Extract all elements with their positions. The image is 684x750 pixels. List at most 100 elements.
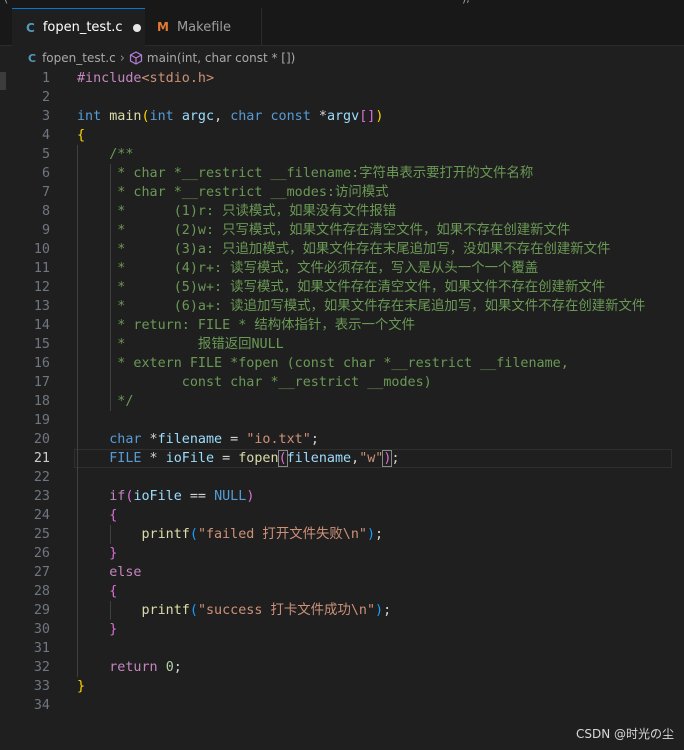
line-number: 17 (33, 375, 50, 390)
code-line[interactable]: 2 (0, 88, 684, 107)
breadcrumb-file[interactable]: fopen_test.c (42, 51, 116, 65)
code-line[interactable]: 23 if(ioFile == NULL) (0, 487, 684, 506)
makefile-icon: M (157, 20, 169, 34)
line-number: 34 (33, 698, 50, 713)
code-line[interactable]: 3 int main(int argc, char const *argv[]) (0, 107, 684, 126)
code-line[interactable]: 31 (0, 639, 684, 658)
code-text: * 报错返回NULL (77, 335, 283, 354)
code-line[interactable]: 24 { (0, 506, 684, 525)
line-number: 30 (33, 622, 50, 637)
line-number: 15 (33, 337, 50, 352)
c-file-icon: C (28, 51, 37, 65)
code-token: { (77, 128, 86, 143)
line-number: 26 (33, 546, 50, 561)
code-token: ( (141, 109, 150, 124)
editor-tab-bar: C fopen_test.c M Makefile (0, 8, 684, 46)
code-line[interactable]: 17 const char *__restrict __modes) (0, 373, 684, 392)
line-number: 8 (41, 204, 50, 219)
code-text: } (77, 620, 117, 639)
code-text: { (77, 506, 117, 525)
breadcrumb: C fopen_test.c › main(int, char const * … (0, 46, 684, 70)
code-token: [] (359, 109, 376, 124)
code-token: , (214, 109, 231, 124)
code-token: == (181, 489, 215, 504)
code-text: printf("failed 打开文件失败\n"); (77, 525, 384, 544)
line-number: 2 (41, 90, 50, 105)
code-token: * (310, 109, 327, 124)
code-line[interactable]: 22 (0, 468, 684, 487)
code-line[interactable]: 34 (0, 696, 684, 715)
code-line[interactable]: 4{ (0, 126, 684, 145)
code-line[interactable]: 16 * extern FILE *fopen (const char *__r… (0, 354, 684, 373)
code-token: * (5)w+: 读写模式，如果文件存在清空文件，如果文件不存在创建新文件 (77, 280, 606, 295)
code-token: ; (173, 660, 182, 675)
code-text: * (4)r+: 读写模式，文件必须存在，写入是从头一个一个覆盖 (77, 259, 538, 278)
watermark: CSDN @时光の尘 (575, 727, 674, 741)
code-line[interactable]: 33} (0, 677, 684, 696)
line-number: 28 (33, 584, 50, 599)
line-number: 31 (33, 641, 50, 656)
code-line[interactable]: 7 * char *__restrict __modes:访问模式 (0, 183, 684, 202)
code-line[interactable]: 8 * (1)r: 只读模式，如果没有文件报错 (0, 202, 684, 221)
code-token: 0 (165, 660, 174, 675)
code-text: if(ioFile == NULL) (77, 487, 254, 506)
code-line[interactable]: 21 FILE * ioFile = fopen(filename,"w"); (0, 449, 684, 468)
code-text: } (77, 544, 117, 563)
tab-makefile[interactable]: M Makefile (145, 8, 262, 46)
code-token: char (230, 109, 263, 124)
line-number: 25 (33, 527, 50, 542)
code-text: * (6)a+: 读追加写模式，如果文件存在末尾追加写，如果文件不存在创建新文件 (77, 297, 645, 316)
code-editor[interactable]: 1 #include<stdio.h> 2 3 int main(int argc, c… (0, 69, 684, 729)
code-token: if (109, 489, 126, 504)
chevron-right-icon: › (119, 50, 125, 66)
code-token: */ (77, 394, 134, 409)
code-line[interactable]: 25 printf("failed 打开文件失败\n"); (0, 525, 684, 544)
line-number: 19 (33, 413, 50, 428)
code-token: const (270, 109, 311, 124)
code-line[interactable]: 15 * 报错返回NULL (0, 335, 684, 354)
code-line[interactable]: 28 { (0, 582, 684, 601)
code-line[interactable]: 1 #include<stdio.h> (0, 69, 684, 88)
code-text: printf("success 打卡文件成功\n"); (77, 601, 392, 620)
breadcrumb-symbol[interactable]: main(int, char const * []) (147, 51, 295, 65)
code-line[interactable]: 14 * return: FILE * 结构体指针，表示一个文件 (0, 316, 684, 335)
unsaved-dot-icon[interactable] (132, 23, 141, 32)
code-token: * (2)w: 只写模式，如果文件存在清空文件，如果不存在创建新文件 (77, 223, 571, 238)
code-line[interactable]: 19 (0, 411, 684, 430)
code-line[interactable]: 12 * (5)w+: 读写模式，如果文件存在清空文件，如果文件不存在创建新文件 (0, 278, 684, 297)
code-line[interactable]: 5 /** (0, 145, 684, 164)
code-text: * extern FILE *fopen (const char *__rest… (77, 354, 568, 373)
code-line[interactable]: 32 return 0; (0, 658, 684, 677)
code-line[interactable]: 11 * (4)r+: 读写模式，文件必须存在，写入是从头一个一个覆盖 (0, 259, 684, 278)
code-line[interactable]: 26 } (0, 544, 684, 563)
code-token: fopen (238, 451, 279, 466)
tab-fopen-test-c[interactable]: C fopen_test.c (12, 8, 145, 46)
code-text: } (77, 677, 85, 696)
code-line[interactable]: 6 * char *__restrict __filename:字符串表示要打开… (0, 164, 684, 183)
code-token: const char *__restrict __modes) (77, 375, 432, 390)
code-line[interactable]: 27 else (0, 563, 684, 582)
code-token: * (141, 451, 166, 466)
code-line[interactable]: 10 * (3)a: 只追加模式，如果文件存在末尾追加写，没如果不存在创建新文件 (0, 240, 684, 259)
code-token: ioFile (165, 451, 215, 466)
title-fragment: ( (4, 0, 8, 5)
line-number: 3 (41, 109, 50, 124)
code-token: "success 打卡文件成功\n" (197, 603, 376, 618)
code-line[interactable]: 29 printf("success 打卡文件成功\n"); (0, 601, 684, 620)
code-line[interactable]: 20 char *filename = "io.txt"; (0, 430, 684, 449)
code-token: * (6)a+: 读追加写模式，如果文件存在末尾追加写，如果文件不存在创建新文件 (77, 299, 646, 314)
code-line[interactable]: 13 * (6)a+: 读追加写模式，如果文件存在末尾追加写，如果文件不存在创建… (0, 297, 684, 316)
code-line[interactable]: 30 } (0, 620, 684, 639)
code-text: return 0; (77, 658, 182, 677)
code-text: * (5)w+: 读写模式，如果文件存在清空文件，如果文件不存在创建新文件 (77, 278, 605, 297)
code-text: * return: FILE * 结构体指针，表示一个文件 (77, 316, 415, 335)
title-strip: ( ), (0, 0, 684, 8)
code-line[interactable]: 18 */ (0, 392, 684, 411)
code-line[interactable]: 9 * (2)w: 只写模式，如果文件存在清空文件，如果不存在创建新文件 (0, 221, 684, 240)
